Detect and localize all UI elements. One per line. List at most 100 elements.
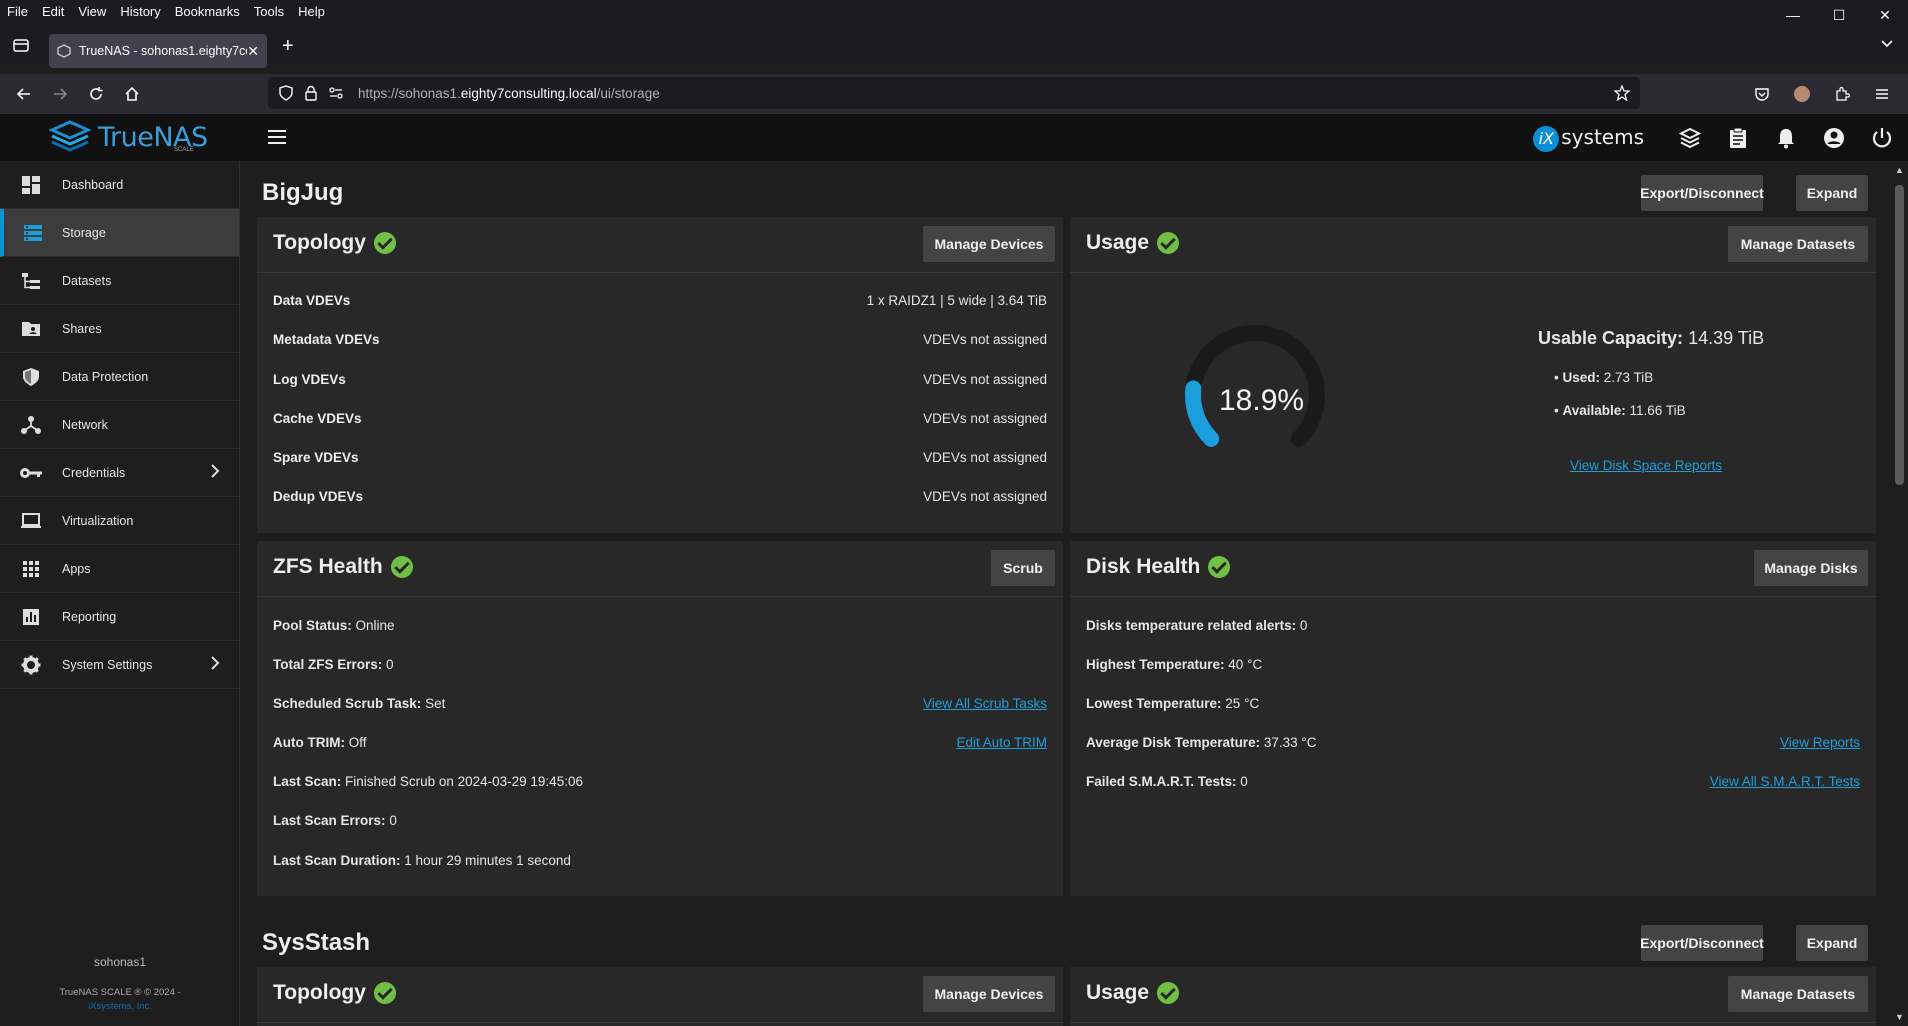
used-capacity: • Used: 2.73 TiB (1554, 370, 1654, 385)
tab-title: TrueNAS - sohonas1.eighty7consulting.loc… (79, 44, 247, 58)
sidebar-item-storage[interactable]: Storage (0, 209, 239, 257)
menu-bookmarks[interactable]: Bookmarks (168, 4, 247, 19)
card-title: Topology (273, 231, 396, 255)
apps-grid-icon (0, 560, 62, 578)
export-disconnect-button[interactable]: Export/Disconnect (1640, 925, 1764, 961)
chevron-right-icon (209, 463, 221, 482)
view-reports-link[interactable]: View Reports (1780, 735, 1860, 750)
manage-datasets-button[interactable]: Manage Datasets (1728, 976, 1868, 1012)
check-circle-icon (1208, 556, 1231, 578)
extensions-icon[interactable] (1824, 78, 1860, 110)
expand-button[interactable]: Expand (1796, 175, 1868, 211)
new-tab-icon[interactable]: + (282, 35, 294, 58)
browser-toolbar-right (1744, 78, 1900, 110)
browser-tab[interactable]: TrueNAS - sohonas1.eighty7consulting.loc… (49, 34, 267, 68)
tab-overflow-icon[interactable] (1880, 36, 1894, 55)
sidebar-item-label: Datasets (62, 273, 112, 288)
sidebar-item-network[interactable]: Network (0, 401, 239, 449)
account-circle-icon[interactable] (1818, 122, 1850, 154)
zfs-row: Last Scan: Finished Scrub on 2024-03-29 … (273, 773, 583, 789)
dashboard-icon (0, 175, 62, 195)
page-scrollbar[interactable]: ▲ ▼ (1891, 161, 1908, 1026)
sidebar-item-credentials[interactable]: Credentials (0, 449, 239, 497)
notifications-bell-icon[interactable] (1770, 122, 1802, 154)
scrollbar-thumb[interactable] (1895, 185, 1904, 485)
zfs-row: Scheduled Scrub Task: Set View All Scrub … (273, 695, 1047, 711)
browser-menubar: File Edit View History Bookmarks Tools H… (0, 0, 1908, 22)
home-icon[interactable] (114, 78, 150, 110)
sidebar-item-datasets[interactable]: Datasets (0, 257, 239, 305)
tab-close-icon[interactable]: ✕ (247, 43, 259, 60)
sidebar-item-reporting[interactable]: Reporting (0, 593, 239, 641)
truecommand-icon[interactable] (1674, 122, 1706, 154)
manage-devices-button[interactable]: Manage Devices (923, 976, 1055, 1012)
truenas-logo[interactable]: TrueNAS SCALE (48, 120, 208, 154)
view-all-smart-tests-link[interactable]: View All S.M.A.R.T. Tests (1710, 774, 1860, 789)
menu-file[interactable]: File (0, 4, 35, 19)
url-bar[interactable]: https://sohonas1.eighty7consulting.local… (268, 77, 1640, 109)
topology-row: Data VDEVs 1 x RAIDZ1 | 5 wide | 3.64 TiB (273, 292, 1047, 308)
card-header: Topology Manage Devices (257, 967, 1063, 1023)
menu-history[interactable]: History (113, 4, 167, 19)
topology-row: Spare VDEVs VDEVs not assigned (273, 449, 1047, 465)
sidebar-toggle-icon[interactable] (266, 126, 288, 153)
sidebar-item-label: Network (62, 417, 108, 432)
pool-name: SysStash (262, 929, 371, 956)
sidebar-item-shares[interactable]: Shares (0, 305, 239, 353)
forward-icon[interactable] (42, 78, 78, 110)
export-disconnect-button[interactable]: Export/Disconnect (1640, 175, 1764, 211)
disk-row: Average Disk Temperature: 37.33 °C View R… (1086, 734, 1860, 750)
sidebar-item-system-settings[interactable]: System Settings (0, 641, 239, 689)
reload-icon[interactable] (78, 78, 114, 110)
scroll-down-icon[interactable]: ▼ (1895, 1012, 1904, 1022)
url-text: https://sohonas1.eighty7consulting.local… (358, 85, 660, 101)
chart-icon (0, 608, 62, 626)
zfs-row: Last Scan Duration: 1 hour 29 minutes 1 … (273, 852, 571, 868)
sidebar-item-label: Virtualization (62, 513, 134, 528)
scrub-button[interactable]: Scrub (991, 550, 1055, 586)
lock-icon[interactable] (304, 85, 318, 101)
ixsystems-logo[interactable]: iX systems (1533, 125, 1644, 152)
sidebar-item-apps[interactable]: Apps (0, 545, 239, 593)
sidebar-item-dashboard[interactable]: Dashboard (0, 161, 239, 209)
disk-row: Failed S.M.A.R.T. Tests: 0 View All S.M.A… (1086, 773, 1860, 789)
shield-tracking-icon[interactable] (278, 85, 294, 101)
view-all-scrub-tasks-link[interactable]: View All Scrub Tasks (923, 696, 1047, 711)
card-header: Usage Manage Datasets (1070, 967, 1876, 1023)
expand-button[interactable]: Expand (1796, 925, 1868, 961)
sidebar-item-label: Reporting (62, 609, 117, 624)
jobs-clipboard-icon[interactable] (1722, 122, 1754, 154)
manage-disks-button[interactable]: Manage Disks (1754, 550, 1868, 586)
view-disk-space-reports-link[interactable]: View Disk Space Reports (1570, 458, 1722, 473)
tab-list-icon[interactable] (12, 36, 30, 59)
menu-view[interactable]: View (71, 4, 113, 19)
edit-auto-trim-link[interactable]: Edit Auto TRIM (956, 735, 1047, 750)
usage-card: Usage Manage Datasets (1070, 967, 1876, 1026)
hostname: sohonas1 (93, 955, 147, 969)
manage-devices-button[interactable]: Manage Devices (923, 226, 1055, 262)
menu-help[interactable]: Help (291, 4, 332, 19)
power-icon[interactable] (1866, 122, 1898, 154)
pocket-icon[interactable] (1744, 78, 1780, 110)
menu-edit[interactable]: Edit (35, 4, 71, 19)
tab-bar: TrueNAS - sohonas1.eighty7consulting.loc… (0, 22, 1908, 68)
company-link[interactable]: iXsystems, Inc. (0, 1001, 240, 1012)
app-menu-icon[interactable] (1864, 78, 1900, 110)
manage-datasets-button[interactable]: Manage Datasets (1728, 226, 1868, 262)
permissions-icon[interactable] (328, 85, 344, 101)
back-icon[interactable] (6, 78, 42, 110)
disk-health-card: Disk Health Manage Disks Disks temperatu… (1070, 541, 1876, 896)
bookmark-star-icon[interactable] (1614, 85, 1630, 101)
scroll-up-icon[interactable]: ▲ (1895, 165, 1904, 175)
laptop-icon (0, 512, 62, 530)
account-avatar-icon[interactable] (1784, 78, 1820, 110)
storage-icon (4, 223, 62, 243)
shield-icon (0, 367, 62, 387)
sidebar-item-data-protection[interactable]: Data Protection (0, 353, 239, 401)
zfs-row: Auto TRIM: Off Edit Auto TRIM (273, 734, 1047, 750)
disk-row: Highest Temperature: 40 °C (1086, 656, 1263, 672)
sidebar-item-label: Data Protection (62, 369, 149, 384)
menu-tools[interactable]: Tools (247, 4, 291, 19)
sidebar-item-virtualization[interactable]: Virtualization (0, 497, 239, 545)
check-circle-icon (373, 232, 396, 254)
